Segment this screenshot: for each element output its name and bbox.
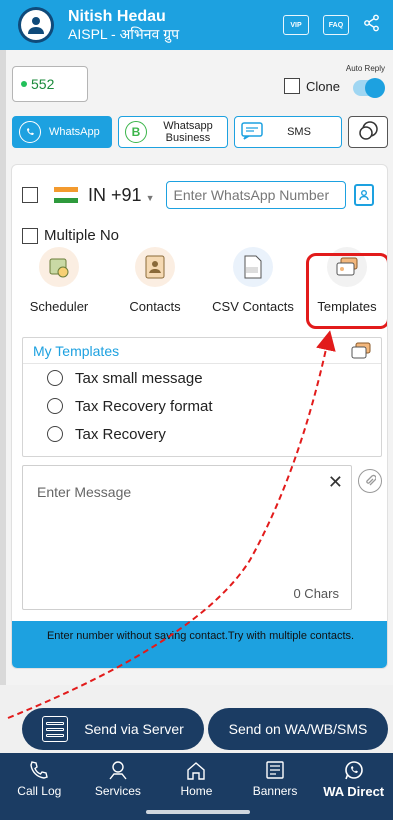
multiple-label: Multiple No	[44, 227, 120, 244]
attachment-icon[interactable]	[358, 469, 382, 493]
tab-whatsapp[interactable]: WhatsApp	[12, 116, 112, 148]
template-option[interactable]: Tax Recovery format	[23, 392, 381, 420]
multiple-checkbox[interactable]	[22, 227, 38, 244]
contacts-book-icon	[135, 247, 175, 287]
clone-toggle[interactable]: Clone	[284, 78, 340, 94]
home-indicator[interactable]	[146, 810, 250, 814]
banners-icon	[266, 761, 284, 779]
user-icon	[21, 10, 51, 40]
compose-panel: IN +91 ▼ Enter WhatsApp Number Multiple N…	[11, 164, 388, 669]
template-label: Tax small message	[75, 369, 203, 387]
send-area: Send via Server Send on WA/WB/SMS	[0, 705, 393, 753]
spacer	[0, 685, 393, 705]
radio-button[interactable]	[47, 426, 63, 442]
templates-header: My Templates	[23, 338, 381, 364]
my-templates-list: My Templates Tax small message Tax Recov…	[22, 337, 382, 457]
country-code-selector[interactable]: IN +91 ▼	[88, 185, 154, 206]
send-via-server-button[interactable]: Send via Server	[22, 708, 204, 750]
phone-checkbox[interactable]	[22, 187, 38, 203]
header-actions: VIP FAQ	[283, 14, 381, 37]
clone-checkbox[interactable]	[284, 78, 300, 94]
csv-contacts-label: CSV Contacts	[212, 299, 294, 314]
send-on-wa-label: Send on WA/WB/SMS	[228, 720, 368, 737]
india-flag-icon	[54, 187, 78, 203]
char-counter: 0 Chars	[293, 586, 339, 601]
close-icon[interactable]: ✕	[328, 472, 343, 493]
templates-title: My Templates	[33, 342, 120, 359]
scheduler-button[interactable]: Scheduler	[14, 247, 104, 314]
scheduler-label: Scheduler	[29, 299, 89, 314]
tab-sms[interactable]: SMS	[234, 116, 342, 148]
template-option[interactable]: Tax small message	[23, 364, 381, 392]
user-name: Nitish Hedau	[68, 7, 166, 25]
nav-call-log-label: Call Log	[17, 784, 62, 798]
status-dot-icon	[21, 81, 27, 87]
send-via-server-label: Send via Server	[84, 721, 184, 737]
credit-count: 552	[31, 76, 55, 92]
template-label: Tax Recovery format	[75, 397, 213, 415]
country-code: IN	[88, 184, 106, 205]
contacts-label: Contacts	[129, 299, 181, 314]
nav-home-label: Home	[180, 784, 213, 798]
radio-button[interactable]	[47, 370, 63, 386]
auto-reply-switch[interactable]	[353, 78, 385, 98]
app-header: Nitish Hedau AISPL - अभिनव ग्रुप VIP FAQ	[0, 0, 393, 50]
radio-button[interactable]	[47, 398, 63, 414]
auto-reply-label: Auto Reply	[345, 64, 385, 73]
nav-wa-direct-label: WA Direct	[323, 784, 385, 799]
sms-icon	[241, 121, 263, 143]
org-name: AISPL - अभिनव ग्रुप	[68, 26, 180, 43]
more-channels-button[interactable]	[348, 116, 388, 148]
home-icon	[187, 762, 206, 780]
phone-row: IN +91 ▼ Enter WhatsApp Number	[22, 179, 382, 211]
contact-picker-icon[interactable]	[354, 184, 375, 206]
templates-highlight-box	[306, 253, 387, 329]
nav-wa-direct[interactable]: WA Direct	[314, 753, 393, 820]
chevron-down-icon: ▼	[145, 192, 155, 203]
template-label: Tax Recovery	[75, 425, 166, 443]
main-content: 552 Clone Auto Reply WhatsApp B Whatsapp…	[6, 50, 393, 685]
contacts-button[interactable]: Contacts	[110, 247, 200, 314]
whatsapp-business-icon: B	[125, 121, 147, 143]
template-option[interactable]: Tax Recovery	[23, 420, 381, 448]
whatsapp-icon	[344, 761, 363, 780]
avatar[interactable]	[18, 7, 54, 43]
clone-label: Clone	[306, 78, 340, 94]
channel-tabs: WhatsApp B Whatsapp Business SMS	[12, 116, 393, 150]
faq-badge-icon[interactable]: FAQ	[323, 15, 349, 35]
dial-code: +91	[111, 184, 142, 205]
csv-file-icon	[233, 247, 273, 287]
message-placeholder: Enter Message	[37, 484, 132, 500]
whatsapp-number-input[interactable]: Enter WhatsApp Number	[166, 181, 347, 209]
share-icon[interactable]	[363, 14, 381, 37]
template-cards-icon[interactable]	[351, 342, 371, 360]
calendar-clock-icon	[39, 247, 79, 287]
top-row: 552 Clone Auto Reply	[12, 64, 387, 102]
chat-bubbles-icon	[357, 120, 379, 145]
info-banner: Enter number without saving contact.Try …	[12, 621, 387, 668]
user-info: Nitish Hedau AISPL - अभिनव ग्रुप	[68, 8, 179, 42]
nav-banners-label: Banners	[252, 784, 298, 798]
csv-contacts-button[interactable]: CSV Contacts	[208, 247, 298, 314]
switch-knob	[365, 78, 385, 98]
call-log-icon	[30, 761, 49, 779]
nav-call-log[interactable]: Call Log	[0, 753, 79, 820]
services-icon	[109, 761, 127, 780]
credit-counter: 552	[12, 66, 88, 102]
multiple-numbers-option[interactable]: Multiple No	[22, 227, 119, 244]
message-textarea[interactable]: Enter Message ✕ 0 Chars	[22, 465, 352, 610]
tab-whatsapp-business-label: Whatsapp Business	[163, 119, 213, 144]
tab-sms-label: SMS	[287, 126, 311, 138]
vip-badge-icon[interactable]: VIP	[283, 15, 309, 35]
tab-whatsapp-label: WhatsApp	[49, 126, 100, 138]
server-icon	[42, 716, 69, 742]
whatsapp-icon	[19, 121, 41, 143]
tab-whatsapp-business[interactable]: B Whatsapp Business	[118, 116, 228, 148]
send-on-wa-button[interactable]: Send on WA/WB/SMS	[208, 708, 388, 750]
nav-services-label: Services	[94, 784, 141, 798]
